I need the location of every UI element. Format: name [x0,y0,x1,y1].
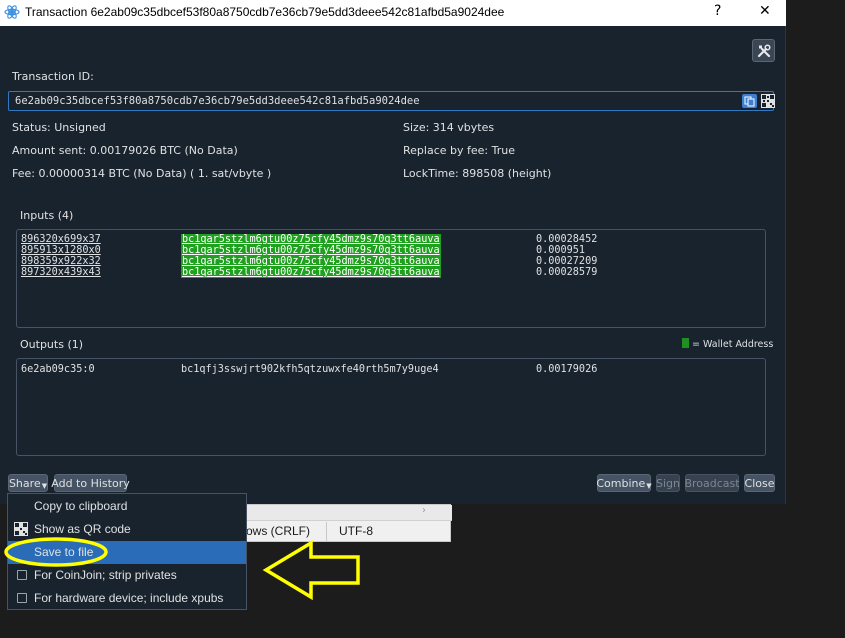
input-amount: 0.00028579 [536,267,598,278]
amount-sent-text: Amount sent: 0.00179026 BTC (No Data) [12,144,238,157]
app-logo-icon [4,5,20,19]
arrow-left-icon [262,539,360,601]
output-outpoint: 6e2ab09c35:0 [21,364,95,375]
input-amount: 0.00027209 [536,256,598,267]
menu-item-show-qr-code[interactable]: Show as QR code [8,518,246,541]
input-amount: 0.000951 [536,245,586,256]
share-button-label: Share [8,476,41,490]
broadcast-button[interactable]: Broadcast [684,474,740,492]
transaction-id-field[interactable]: 6e2ab09c35dbcef53f80a8750cdb7e36cb79e5dd… [8,91,775,111]
add-to-history-button[interactable]: Add to History [51,474,130,492]
inputs-label: Inputs (4) [20,209,74,222]
outputs-list[interactable]: 6e2ab09c35:0 bc1qfj3sswjrt902kfh5qtzuwxf… [16,358,766,456]
input-outpoint[interactable]: 898359x922x32 [21,256,101,267]
menu-item-copy-to-clipboard[interactable]: Copy to clipboard [8,495,246,518]
chevron-down-icon: ▼ [41,482,48,490]
help-button[interactable]: ? [714,3,721,19]
legend-swatch [682,338,689,348]
share-button[interactable]: Share ▼ [8,474,48,492]
input-outpoint[interactable]: 895913x1280x0 [21,245,101,256]
menu-item-label: For hardware device; include xpubs [34,591,224,605]
menu-item-coinjoin-strip-privates[interactable]: For CoinJoin; strip privates [8,564,246,587]
input-outpoint[interactable]: 897320x439x43 [21,267,101,278]
share-menu: Copy to clipboard Show as QR code Save t… [7,493,247,610]
status-text: Status: Unsigned [12,121,106,134]
input-address[interactable]: bc1qar5stzlm6gtu00z75cfy45dmz9s70q3tt6au… [181,256,441,267]
menu-item-hardware-include-xpubs[interactable]: For hardware device; include xpubs [8,587,246,610]
checkbox[interactable] [17,593,27,603]
menu-item-label: Save to file [34,545,94,559]
combine-button-label: Combine [596,476,646,490]
input-address[interactable]: bc1qar5stzlm6gtu00z75cfy45dmz9s70q3tt6au… [181,245,441,256]
status-divider [326,522,327,542]
tools-icon [757,43,771,57]
checkbox[interactable] [17,570,27,580]
transaction-id-value[interactable]: 6e2ab09c35dbcef53f80a8750cdb7e36cb79e5dd… [15,95,420,107]
qr-code-icon [14,522,28,536]
menu-item-save-to-file[interactable]: Save to file [8,541,246,564]
combine-button[interactable]: Combine ▼ [596,474,652,492]
output-amount: 0.00179026 [536,364,598,375]
input-address[interactable]: bc1qar5stzlm6gtu00z75cfy45dmz9s70q3tt6au… [181,234,441,245]
wallet-address-legend: = Wallet Address [682,338,773,350]
locktime-text: LockTime: 898508 (height) [403,167,552,180]
fee-text: Fee: 0.00000314 BTC (No Data) ( 1. sat/v… [12,167,272,180]
input-outpoint[interactable]: 896320x699x37 [21,234,101,245]
menu-item-label: For CoinJoin; strip privates [34,568,177,582]
inputs-list[interactable]: 896320x699x37 bc1qar5stzlm6gtu00z75cfy45… [16,229,766,328]
chevron-down-icon: ▼ [646,482,652,490]
outputs-label: Outputs (1) [20,338,84,351]
sign-button[interactable]: Sign [656,474,680,492]
qr-code-icon[interactable] [761,94,775,108]
background-editor-statusbar: › ows (CRLF) UTF-8 [245,504,452,542]
close-window-button[interactable]: ✕ [759,3,771,19]
input-address[interactable]: bc1qar5stzlm6gtu00z75cfy45dmz9s70q3tt6au… [181,267,441,278]
legend-text: = Wallet Address [692,339,774,350]
tools-button[interactable] [752,39,775,62]
replace-by-fee-text: Replace by fee: True [403,144,515,157]
title-bar: Transaction 6e2ab09c35dbcef53f80a8750cdb… [0,0,786,26]
close-button[interactable]: Close [744,474,775,492]
output-address[interactable]: bc1qfj3sswjrt902kfh5qtzuwxfe40rth5m7y9ug… [181,364,439,375]
encoding-status: UTF-8 [339,524,373,538]
horizontal-scrollbar[interactable]: › [246,505,452,521]
input-amount: 0.00028452 [536,234,598,245]
scroll-right-icon[interactable]: › [422,505,426,516]
window-title: Transaction 6e2ab09c35dbcef53f80a8750cdb… [25,5,505,19]
size-text: Size: 314 vbytes [403,121,495,134]
line-ending-status: ows (CRLF) [246,524,311,538]
menu-item-label: Show as QR code [34,522,131,536]
menu-item-label: Copy to clipboard [34,499,128,513]
transaction-dialog: Transaction 6e2ab09c35dbcef53f80a8750cdb… [0,0,786,504]
copy-icon[interactable] [742,94,757,108]
transaction-id-label: Transaction ID: [12,70,94,83]
